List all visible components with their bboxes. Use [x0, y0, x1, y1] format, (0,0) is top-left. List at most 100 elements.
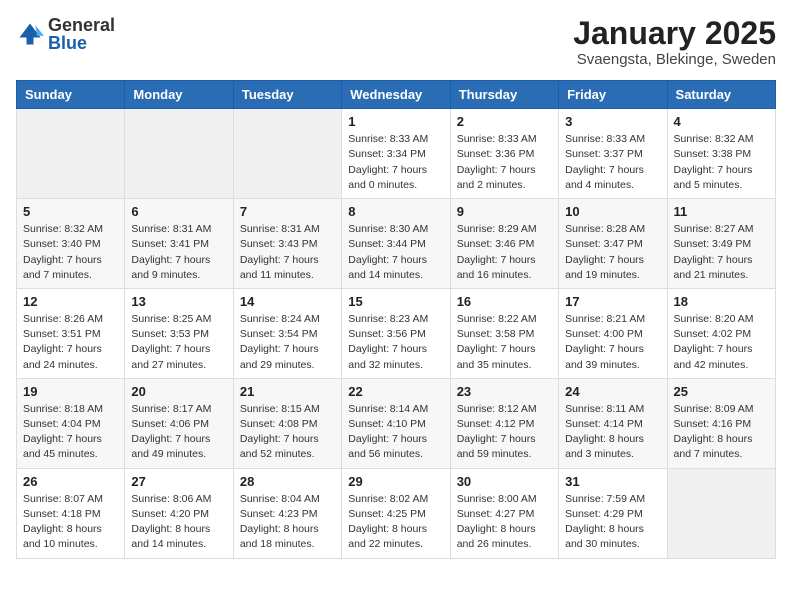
- day-cell: 26 Sunrise: 8:07 AM Sunset: 4:18 PM Dayli…: [17, 468, 125, 558]
- weekday-header-sunday: Sunday: [17, 81, 125, 109]
- day-info: Sunrise: 8:11 AM Sunset: 4:14 PM Dayligh…: [565, 402, 660, 463]
- day-info: Sunrise: 8:12 AM Sunset: 4:12 PM Dayligh…: [457, 402, 552, 463]
- day-info: Sunrise: 8:22 AM Sunset: 3:58 PM Dayligh…: [457, 312, 552, 373]
- day-info: Sunrise: 8:24 AM Sunset: 3:54 PM Dayligh…: [240, 312, 335, 373]
- day-number: 29: [348, 474, 443, 489]
- day-info: Sunrise: 8:33 AM Sunset: 3:36 PM Dayligh…: [457, 132, 552, 193]
- day-info: Sunrise: 8:33 AM Sunset: 3:34 PM Dayligh…: [348, 132, 443, 193]
- day-number: 12: [23, 294, 118, 309]
- day-number: 28: [240, 474, 335, 489]
- day-cell: 15Sunrise: 8:23 AM Sunset: 3:56 PM Dayli…: [342, 288, 450, 378]
- day-number: 21: [240, 384, 335, 399]
- logo: General Blue: [16, 16, 115, 52]
- day-cell: 25Sunrise: 8:09 AM Sunset: 4:16 PM Dayli…: [667, 378, 775, 468]
- day-cell: 13 Sunrise: 8:25 AM Sunset: 3:53 PM Dayli…: [125, 288, 233, 378]
- day-info: Sunrise: 8:15 AM Sunset: 4:08 PM Dayligh…: [240, 402, 335, 463]
- day-number: 23: [457, 384, 552, 399]
- weekday-header-wednesday: Wednesday: [342, 81, 450, 109]
- day-number: 3: [565, 114, 660, 129]
- day-info: Sunrise: 8:33 AM Sunset: 3:37 PM Dayligh…: [565, 132, 660, 193]
- day-number: 15: [348, 294, 443, 309]
- day-cell: [667, 468, 775, 558]
- day-info: Sunrise: 8:00 AM Sunset: 4:27 PM Dayligh…: [457, 492, 552, 553]
- day-number: 31: [565, 474, 660, 489]
- day-cell: [233, 109, 341, 199]
- day-info: Sunrise: 8:06 AM Sunset: 4:20 PM Dayligh…: [131, 492, 226, 553]
- day-cell: 21 Sunrise: 8:15 AM Sunset: 4:08 PM Dayli…: [233, 378, 341, 468]
- week-row-3: 12 Sunrise: 8:26 AM Sunset: 3:51 PM Dayli…: [17, 288, 776, 378]
- day-number: 27: [131, 474, 226, 489]
- logo-text-general: General: [48, 16, 115, 34]
- day-cell: 8 Sunrise: 8:30 AM Sunset: 3:44 PM Daylig…: [342, 199, 450, 289]
- day-info: Sunrise: 8:28 AM Sunset: 3:47 PM Dayligh…: [565, 222, 660, 283]
- day-number: 20: [131, 384, 226, 399]
- day-info: Sunrise: 8:21 AM Sunset: 4:00 PM Dayligh…: [565, 312, 660, 373]
- day-number: 7: [240, 204, 335, 219]
- day-cell: 31 Sunrise: 7:59 AM Sunset: 4:29 PM Dayli…: [559, 468, 667, 558]
- week-row-4: 19 Sunrise: 8:18 AM Sunset: 4:04 PM Dayli…: [17, 378, 776, 468]
- day-number: 13: [131, 294, 226, 309]
- weekday-header-monday: Monday: [125, 81, 233, 109]
- day-number: 16: [457, 294, 552, 309]
- day-number: 14: [240, 294, 335, 309]
- weekday-header-thursday: Thursday: [450, 81, 558, 109]
- day-cell: 12 Sunrise: 8:26 AM Sunset: 3:51 PM Dayli…: [17, 288, 125, 378]
- day-cell: 29 Sunrise: 8:02 AM Sunset: 4:25 PM Dayli…: [342, 468, 450, 558]
- day-cell: 23 Sunrise: 8:12 AM Sunset: 4:12 PM Dayli…: [450, 378, 558, 468]
- day-number: 8: [348, 204, 443, 219]
- weekday-header-friday: Friday: [559, 81, 667, 109]
- calendar-subtitle: Svaengsta, Blekinge, Sweden: [573, 51, 776, 68]
- title-area: January 2025 Svaengsta, Blekinge, Sweden: [573, 16, 776, 68]
- day-info: Sunrise: 8:26 AM Sunset: 3:51 PM Dayligh…: [23, 312, 118, 373]
- day-cell: 3 Sunrise: 8:33 AM Sunset: 3:37 PM Daylig…: [559, 109, 667, 199]
- week-row-5: 26 Sunrise: 8:07 AM Sunset: 4:18 PM Dayli…: [17, 468, 776, 558]
- day-number: 24: [565, 384, 660, 399]
- day-cell: 20 Sunrise: 8:17 AM Sunset: 4:06 PM Dayli…: [125, 378, 233, 468]
- day-cell: 30 Sunrise: 8:00 AM Sunset: 4:27 PM Dayli…: [450, 468, 558, 558]
- week-row-1: 1 Sunrise: 8:33 AM Sunset: 3:34 PM Daylig…: [17, 109, 776, 199]
- day-info: Sunrise: 8:14 AM Sunset: 4:10 PM Dayligh…: [348, 402, 443, 463]
- day-info: Sunrise: 8:18 AM Sunset: 4:04 PM Dayligh…: [23, 402, 118, 463]
- day-number: 30: [457, 474, 552, 489]
- day-cell: 5Sunrise: 8:32 AM Sunset: 3:40 PM Daylig…: [17, 199, 125, 289]
- day-cell: 6 Sunrise: 8:31 AM Sunset: 3:41 PM Daylig…: [125, 199, 233, 289]
- header: General Blue January 2025 Svaengsta, Ble…: [16, 16, 776, 68]
- day-info: Sunrise: 8:31 AM Sunset: 3:43 PM Dayligh…: [240, 222, 335, 283]
- day-info: Sunrise: 8:04 AM Sunset: 4:23 PM Dayligh…: [240, 492, 335, 553]
- day-number: 4: [674, 114, 769, 129]
- day-cell: 10Sunrise: 8:28 AM Sunset: 3:47 PM Dayli…: [559, 199, 667, 289]
- day-number: 22: [348, 384, 443, 399]
- day-number: 9: [457, 204, 552, 219]
- weekday-header-row: SundayMondayTuesdayWednesdayThursdayFrid…: [17, 81, 776, 109]
- calendar-title: January 2025: [573, 16, 776, 51]
- day-cell: 9 Sunrise: 8:29 AM Sunset: 3:46 PM Daylig…: [450, 199, 558, 289]
- day-info: Sunrise: 8:07 AM Sunset: 4:18 PM Dayligh…: [23, 492, 118, 553]
- logo-icon: [16, 20, 44, 48]
- day-number: 2: [457, 114, 552, 129]
- day-info: Sunrise: 8:20 AM Sunset: 4:02 PM Dayligh…: [674, 312, 769, 373]
- day-number: 17: [565, 294, 660, 309]
- day-cell: 19 Sunrise: 8:18 AM Sunset: 4:04 PM Dayli…: [17, 378, 125, 468]
- day-number: 25: [674, 384, 769, 399]
- day-cell: [125, 109, 233, 199]
- day-cell: 24 Sunrise: 8:11 AM Sunset: 4:14 PM Dayli…: [559, 378, 667, 468]
- weekday-header-tuesday: Tuesday: [233, 81, 341, 109]
- day-number: 6: [131, 204, 226, 219]
- day-info: Sunrise: 8:32 AM Sunset: 3:40 PM Dayligh…: [23, 222, 118, 283]
- day-info: Sunrise: 8:25 AM Sunset: 3:53 PM Dayligh…: [131, 312, 226, 373]
- day-info: Sunrise: 8:29 AM Sunset: 3:46 PM Dayligh…: [457, 222, 552, 283]
- day-info: Sunrise: 8:30 AM Sunset: 3:44 PM Dayligh…: [348, 222, 443, 283]
- day-number: 26: [23, 474, 118, 489]
- day-cell: 27 Sunrise: 8:06 AM Sunset: 4:20 PM Dayli…: [125, 468, 233, 558]
- day-info: Sunrise: 8:31 AM Sunset: 3:41 PM Dayligh…: [131, 222, 226, 283]
- day-info: Sunrise: 8:27 AM Sunset: 3:49 PM Dayligh…: [674, 222, 769, 283]
- day-info: Sunrise: 8:17 AM Sunset: 4:06 PM Dayligh…: [131, 402, 226, 463]
- day-cell: 17 Sunrise: 8:21 AM Sunset: 4:00 PM Dayli…: [559, 288, 667, 378]
- logo-text-blue: Blue: [48, 34, 115, 52]
- day-number: 1: [348, 114, 443, 129]
- day-number: 18: [674, 294, 769, 309]
- day-info: Sunrise: 8:02 AM Sunset: 4:25 PM Dayligh…: [348, 492, 443, 553]
- day-number: 19: [23, 384, 118, 399]
- day-cell: 7 Sunrise: 8:31 AM Sunset: 3:43 PM Daylig…: [233, 199, 341, 289]
- day-info: Sunrise: 7:59 AM Sunset: 4:29 PM Dayligh…: [565, 492, 660, 553]
